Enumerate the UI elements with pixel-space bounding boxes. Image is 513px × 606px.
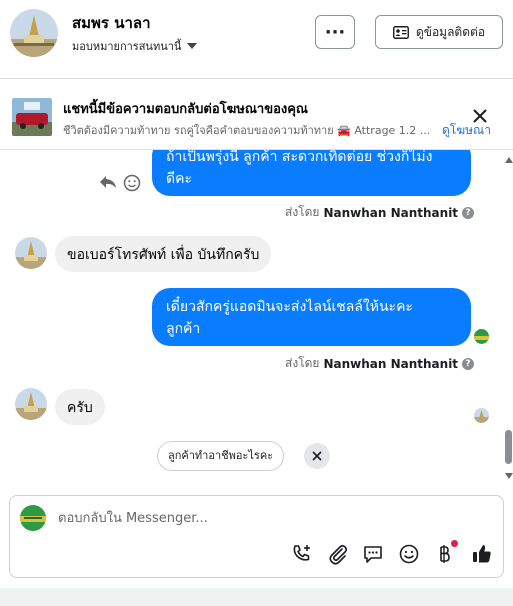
ad-banner-subtitle: ชีวิตต้องมีความท้าทาย รถคู่ใจคือคำตอบของ… <box>63 124 431 137</box>
seen-indicator-avatar <box>474 408 489 423</box>
info-icon[interactable]: ? <box>462 206 475 219</box>
close-icon[interactable] <box>470 106 490 126</box>
ad-thumbnail[interactable] <box>12 98 52 136</box>
assign-conversation-dropdown[interactable]: มอบหมายการสนทนานี้ <box>72 37 198 55</box>
contact-card-icon <box>393 25 409 39</box>
notification-dot <box>451 540 458 547</box>
message-bubble-outgoing[interactable]: เดี๋ยวสักครู่แอดมินจะส่งไลน์เชลล์ให้นะคะ… <box>152 288 471 346</box>
chevron-down-icon <box>187 43 198 49</box>
thumbs-up-icon[interactable] <box>470 542 494 566</box>
message-bubble-incoming[interactable]: ครับ <box>55 389 105 425</box>
conversation-header: สมพร นาลา มอบหมายการสนทนานี้ ··· ดูข้อมู… <box>0 0 513 78</box>
reply-input[interactable] <box>58 508 478 528</box>
customer-avatar[interactable] <box>10 9 58 57</box>
sent-by-agent: Nanwhan Nanthanit <box>323 205 459 220</box>
suggested-reply-chip[interactable]: ลูกค้าทำอาชีพอะไรคะ <box>157 441 285 471</box>
view-contact-button[interactable]: ดูข้อมูลติดต่อ <box>375 15 503 49</box>
scrollbar-thumb[interactable] <box>505 430 512 464</box>
message-bubble-outgoing[interactable]: ถ้าเป็นพรุ่งนี้ ลูกค้า สะดวกเทิดต่อย ช่ว… <box>152 150 471 196</box>
sent-by-prefix: ส่งโดย <box>285 356 320 370</box>
page-footer-strip <box>0 588 513 606</box>
sent-by-label: ส่งโดย Nanwhan Nanthanit ? <box>285 354 475 373</box>
scroll-up-arrow-icon[interactable] <box>505 157 513 163</box>
view-contact-label: ดูข้อมูลติดต่อ <box>415 24 486 39</box>
info-icon[interactable]: ? <box>462 357 475 370</box>
scroll-down-arrow-icon[interactable] <box>505 473 513 479</box>
more-options-button[interactable]: ··· <box>315 15 355 49</box>
seen-indicator-avatar <box>474 329 489 344</box>
message-thread[interactable]: ถ้าเป็นพรุ่งนี้ ลูกค้า สะดวกเทิดต่อย ช่ว… <box>0 150 513 490</box>
customer-name: สมพร นาลา <box>72 14 151 32</box>
reply-composer <box>9 495 504 578</box>
close-icon <box>312 451 322 461</box>
chat-template-icon[interactable] <box>361 542 385 566</box>
react-emoji-icon[interactable] <box>123 174 141 192</box>
assign-label: มอบหมายการสนทนานี้ <box>72 40 182 53</box>
sent-by-agent: Nanwhan Nanthanit <box>323 356 459 371</box>
more-horizontal-icon: ··· <box>324 21 346 43</box>
message-bubble-incoming[interactable]: ขอเบอร์โทรศัพท์ เพื่อ บันทึกครับ <box>55 236 272 272</box>
dismiss-suggestion-button[interactable] <box>304 443 330 469</box>
page-avatar <box>20 505 46 531</box>
call-add-icon[interactable] <box>290 542 314 566</box>
customer-avatar-small[interactable] <box>15 237 47 269</box>
sent-by-label: ส่งโดย Nanwhan Nanthanit ? <box>285 203 475 222</box>
ad-reply-banner: แชทนี้มีข้อความตอบกลับต่อโฆษณาของคุณ ชีว… <box>0 79 513 149</box>
emoji-icon[interactable] <box>397 542 421 566</box>
customer-avatar-small[interactable] <box>15 388 47 420</box>
ad-banner-title: แชทนี้มีข้อความตอบกลับต่อโฆษณาของคุณ <box>63 102 308 117</box>
reply-icon[interactable] <box>98 173 118 191</box>
attachment-icon[interactable] <box>326 542 350 566</box>
sent-by-prefix: ส่งโดย <box>285 205 320 219</box>
